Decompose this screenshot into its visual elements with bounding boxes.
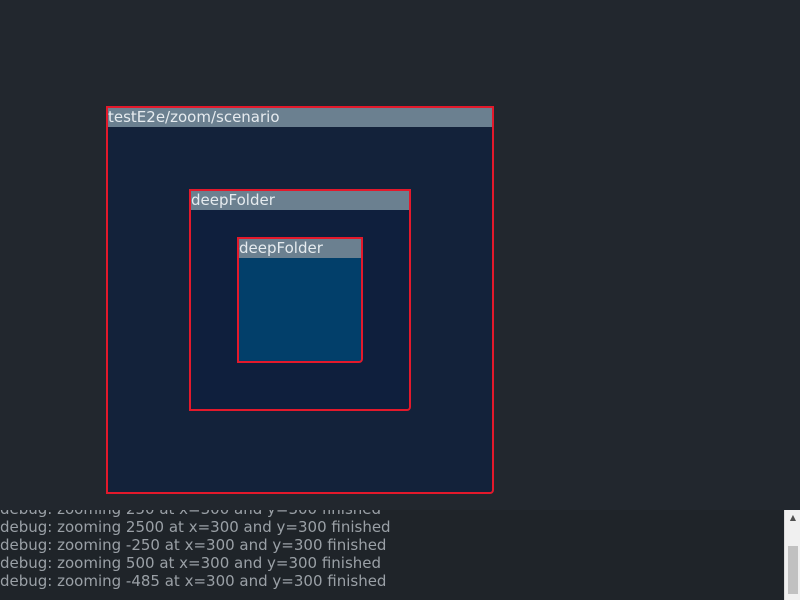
folder-title[interactable]: deepFolder — [191, 191, 409, 210]
debug-log: debug: zooming 250 at x=300 and y=300 fi… — [0, 510, 784, 590]
folder-title[interactable]: deepFolder — [239, 239, 361, 258]
folder-deepFolder-nested[interactable]: deepFolder — [237, 237, 363, 363]
debug-console[interactable]: debug: zooming 250 at x=300 and y=300 fi… — [0, 510, 800, 600]
scrollbar-thumb[interactable] — [788, 546, 798, 594]
zoom-canvas[interactable]: testE2e/zoom/scenario deepFolder deepFol… — [0, 0, 800, 510]
log-line: debug: zooming 250 at x=300 and y=300 fi… — [0, 510, 784, 518]
log-line: debug: zooming -485 at x=300 and y=300 f… — [0, 572, 387, 590]
log-line: debug: zooming 2500 at x=300 and y=300 f… — [0, 518, 391, 536]
console-scrollbar[interactable]: ▲ — [784, 510, 800, 600]
log-line: debug: zooming 500 at x=300 and y=300 fi… — [0, 554, 382, 572]
log-line: debug: zooming -250 at x=300 and y=300 f… — [0, 536, 387, 554]
chevron-up-icon[interactable]: ▲ — [785, 510, 800, 526]
folder-title[interactable]: testE2e/zoom/scenario — [108, 108, 492, 127]
